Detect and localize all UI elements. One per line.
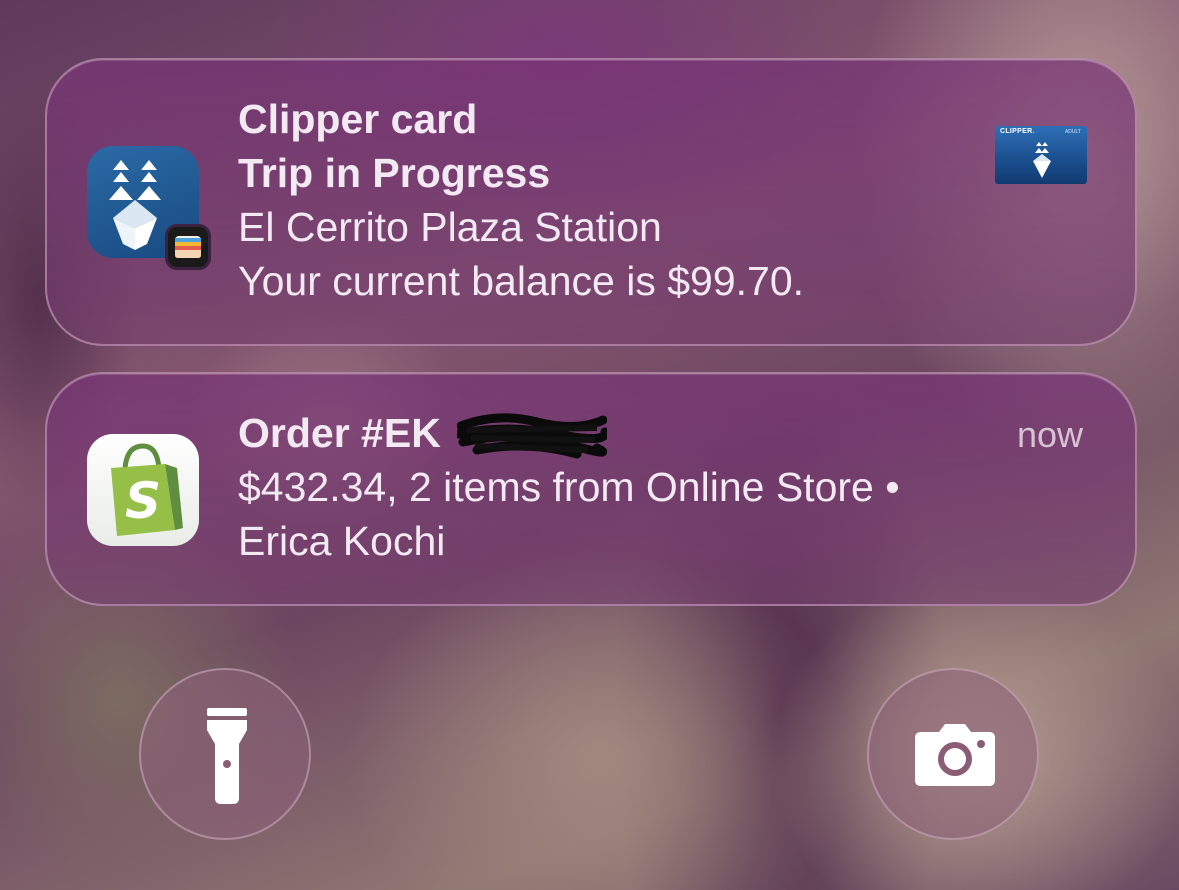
clipper-logo-icon bbox=[87, 146, 211, 270]
notification-app-name: Clipper card bbox=[238, 96, 478, 142]
order-customer: Erica Kochi bbox=[238, 518, 446, 564]
notification-station: El Cerrito Plaza Station bbox=[238, 204, 662, 250]
notification-timestamp: now bbox=[1016, 414, 1083, 455]
camera-button[interactable] bbox=[867, 668, 1039, 840]
flashlight-icon bbox=[207, 708, 247, 804]
notification-clipper[interactable]: Clipper card Trip in Progress El Cerrito… bbox=[45, 58, 1137, 346]
camera-icon bbox=[915, 724, 995, 786]
order-title: Order #EK bbox=[238, 410, 441, 456]
wallet-icon bbox=[165, 224, 211, 270]
svg-text:S: S bbox=[125, 472, 161, 530]
notification-balance: Your current balance is $99.70. bbox=[238, 258, 805, 304]
flashlight-button[interactable] bbox=[139, 668, 311, 840]
notification-title: Trip in Progress bbox=[238, 150, 551, 196]
clipper-mini-logo-icon bbox=[1033, 142, 1051, 178]
notification-shopify[interactable]: S Order #EK now $432.34, 2 items from On… bbox=[45, 372, 1137, 606]
redaction-scribble bbox=[457, 413, 607, 459]
shopify-bag-icon: S bbox=[87, 434, 199, 546]
clipper-card-thumbnail: CLIPPER. ADULT bbox=[995, 126, 1087, 184]
order-summary: $432.34, 2 items from Online Store • bbox=[238, 464, 900, 510]
